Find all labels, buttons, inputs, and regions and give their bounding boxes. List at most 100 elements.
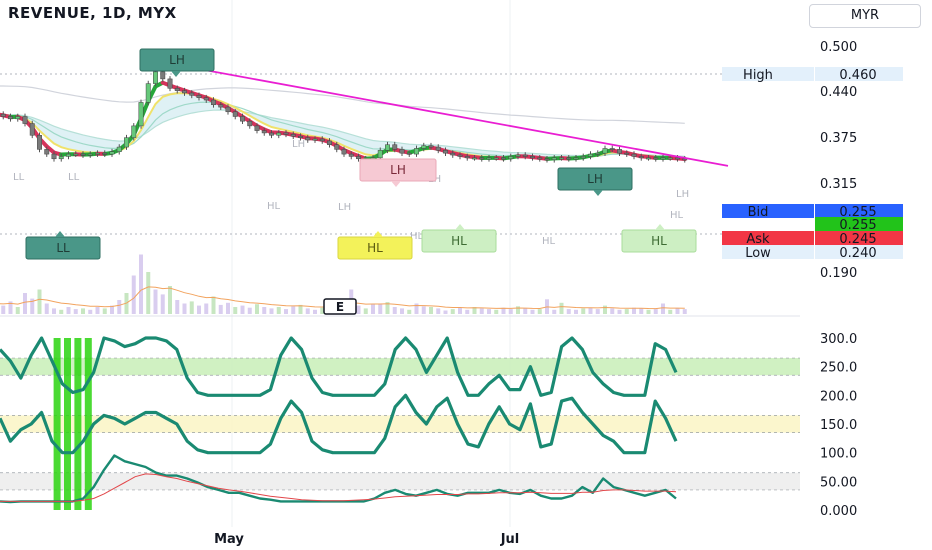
price-label-name: High	[743, 68, 773, 83]
price-tick-label: 0.315	[820, 177, 857, 192]
volume-bar	[197, 305, 201, 314]
volume-bar	[617, 309, 622, 314]
candle-body	[196, 95, 202, 98]
candle-body	[356, 156, 361, 160]
volume-bar	[153, 289, 158, 314]
candle-body	[145, 83, 151, 103]
price-label-value: 0.255	[839, 218, 876, 233]
candle-body	[435, 146, 441, 151]
volume-bar	[23, 293, 27, 314]
volume-bar	[458, 307, 462, 314]
candle-body	[153, 71, 158, 84]
candle-body	[80, 153, 86, 156]
candle-body	[109, 151, 115, 155]
candle-body	[472, 157, 477, 160]
volume-bar	[88, 309, 93, 314]
candle-body	[566, 157, 572, 160]
volume-bar	[559, 302, 564, 314]
oscillator-tick-label: 150.0	[820, 418, 857, 433]
pivot-tag-label: LL	[56, 241, 70, 255]
volume-bar	[66, 307, 71, 314]
pivot-mark: LL	[68, 172, 80, 183]
candle-body	[73, 153, 79, 156]
candle-body	[443, 150, 448, 154]
candle-body	[102, 152, 108, 155]
candle-body	[559, 157, 564, 160]
volume-bar	[378, 304, 383, 314]
price-label-name: Low	[745, 246, 771, 261]
volume-bar	[494, 309, 499, 314]
pivot-tag-lh: LH	[557, 167, 633, 196]
candle-body	[182, 90, 187, 94]
volume-bar	[653, 309, 658, 314]
volume-bar	[675, 308, 680, 314]
volume-bar	[175, 300, 180, 314]
chart-canvas[interactable]: LLLLLHHLLHLHHLLHHLLHHL LHLLLHHLHLLHHLE 0…	[0, 0, 932, 550]
pivot-tag-label: HL	[367, 241, 383, 255]
candle-body	[486, 157, 492, 160]
oscillator-tick-label: 250.0	[820, 361, 857, 376]
candle-body	[573, 157, 579, 160]
volume-bar	[59, 309, 64, 314]
volume-bar	[371, 303, 375, 314]
candle-body	[174, 88, 180, 91]
candle-body	[624, 152, 630, 155]
candle-body	[327, 140, 332, 145]
volume-bar	[44, 303, 49, 314]
pivot-tag-hl: HL	[337, 231, 413, 260]
candle-body	[428, 145, 434, 148]
candle-body	[392, 144, 398, 150]
volume-bar	[610, 308, 615, 314]
candle-body	[631, 153, 637, 157]
oscillator-tick-label: 50.00	[820, 475, 857, 490]
candle-body	[522, 154, 528, 157]
price-label-name: Ask	[746, 232, 770, 247]
candle-body	[348, 153, 354, 157]
volume-bar	[168, 286, 172, 314]
pivot-tag-hl: HL	[621, 224, 697, 253]
candle-body	[131, 125, 137, 138]
volume-bar	[566, 309, 571, 314]
volume-bar	[204, 303, 209, 314]
volume-bar	[639, 308, 644, 314]
candle-body	[377, 150, 383, 159]
candle-body	[167, 78, 173, 89]
pivot-tag-hl: HL	[421, 224, 497, 253]
volume-bar	[262, 307, 267, 314]
pivot-tag-pointer	[171, 71, 181, 77]
candle-body	[537, 157, 543, 160]
pivot-mark: HL	[542, 236, 556, 247]
volume-bar	[211, 296, 216, 314]
pivot-tag-pointer	[593, 190, 603, 196]
candle-body	[493, 157, 499, 160]
volume-bar	[52, 308, 56, 314]
candle-body	[116, 146, 122, 153]
candle-body	[276, 132, 282, 136]
volume-bar	[139, 254, 143, 314]
candle-body	[464, 156, 470, 159]
candle-body	[341, 149, 347, 155]
volume-bar	[661, 303, 665, 314]
candle-body	[298, 135, 303, 138]
event-marker-label: E	[336, 300, 344, 314]
volume-bar	[436, 308, 441, 314]
volume-bar	[603, 305, 607, 314]
candle-body	[479, 157, 485, 160]
volume-bar	[530, 309, 535, 314]
volume-bar	[392, 307, 397, 314]
volume-bar	[226, 302, 230, 314]
pivot-tag-ll: LL	[25, 231, 101, 260]
candle-body	[203, 97, 209, 101]
candle-body	[646, 157, 651, 160]
oscillator-tick-label: 300.0	[820, 332, 857, 347]
volume-bar	[552, 309, 557, 314]
candle-body	[189, 92, 195, 96]
volume-bar	[73, 309, 78, 314]
candle-body	[334, 144, 340, 150]
pivot-tag-pointer	[655, 224, 665, 230]
candle-body	[501, 157, 506, 160]
pivot-tag-label: LH	[169, 53, 185, 67]
oscillator-tick-label: 100.0	[820, 447, 857, 462]
volume-bar	[581, 308, 586, 314]
candle-body	[29, 123, 35, 136]
